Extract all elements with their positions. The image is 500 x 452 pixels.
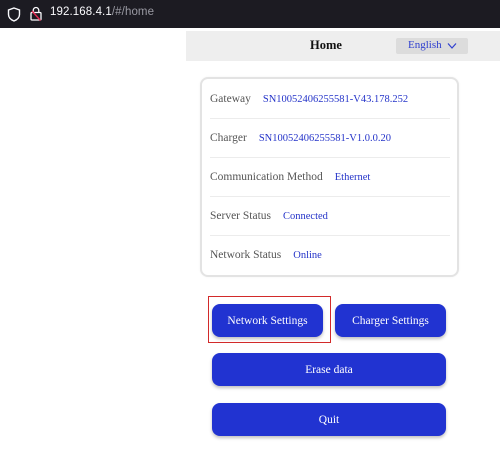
quit-button[interactable]: Quit xyxy=(212,403,446,436)
url-path: /#/home xyxy=(111,6,155,18)
status-card: Gateway SN10052406255581-V43.178.252 Cha… xyxy=(200,77,459,277)
charger-label: Charger xyxy=(210,132,247,144)
gateway-value: SN10052406255581-V43.178.252 xyxy=(262,93,409,105)
gateway-row: Gateway SN10052406255581-V43.178.252 xyxy=(210,80,450,118)
shield-icon[interactable] xyxy=(7,7,21,22)
network-status-label: Network Status xyxy=(210,249,282,261)
server-status-label: Server Status xyxy=(210,210,272,222)
lock-warning-icon[interactable] xyxy=(30,6,42,21)
url-host: 192.168.4.1 xyxy=(50,6,112,18)
gateway-label: Gateway xyxy=(210,93,251,105)
charger-value: SN10052406255581-V1.0.0.20 xyxy=(258,132,391,144)
server-status-row: Server Status Connected xyxy=(210,197,450,235)
erase-data-button[interactable]: Erase data xyxy=(212,353,446,386)
page-header: Home English xyxy=(186,31,500,61)
chevron-down-icon xyxy=(447,43,457,49)
communication-label: Communication Method xyxy=(210,171,323,183)
language-select[interactable]: English xyxy=(396,38,468,54)
charger-settings-button[interactable]: Charger Settings xyxy=(335,304,446,337)
url-field[interactable]: 192.168.4.1/#/home xyxy=(50,6,154,18)
network-status-value: Online xyxy=(293,249,322,261)
network-status-row: Network Status Online xyxy=(210,236,450,274)
language-label: English xyxy=(408,39,442,51)
charger-row: Charger SN10052406255581-V1.0.0.20 xyxy=(210,119,450,157)
server-status-value: Connected xyxy=(283,210,328,222)
communication-row: Communication Method Ethernet xyxy=(210,158,450,196)
network-settings-button[interactable]: Network Settings xyxy=(212,304,323,337)
communication-value: Ethernet xyxy=(334,171,371,183)
browser-address-bar: 192.168.4.1/#/home xyxy=(0,0,500,28)
